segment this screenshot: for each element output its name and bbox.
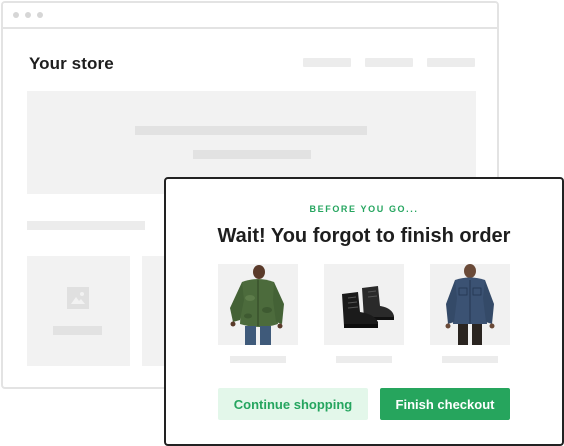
product-name-placeholder — [230, 356, 286, 363]
hero-text-placeholder — [193, 150, 311, 159]
exit-intent-popup: BEFORE YOU GO... Wait! You forgot to fin… — [164, 177, 564, 446]
nav-placeholder — [427, 58, 475, 67]
product-card-placeholder — [27, 256, 130, 366]
finish-checkout-button[interactable]: Finish checkout — [380, 388, 510, 420]
nav-placeholder — [303, 58, 351, 67]
window-dot-icon — [37, 12, 43, 18]
section-heading-placeholder — [27, 221, 145, 230]
denim-shirt-image[interactable] — [430, 264, 510, 345]
product-name-placeholder — [336, 356, 392, 363]
product-name-placeholder — [442, 356, 498, 363]
black-boots-image[interactable] — [324, 264, 404, 345]
green-jacket-image[interactable] — [218, 264, 298, 345]
nav-placeholder — [365, 58, 413, 67]
continue-shopping-button[interactable]: Continue shopping — [218, 388, 368, 420]
popup-eyebrow: BEFORE YOU GO... — [309, 204, 419, 214]
window-dot-icon — [25, 12, 31, 18]
product-title-placeholder — [53, 326, 102, 335]
image-icon — [67, 287, 89, 309]
window-dot-icon — [13, 12, 19, 18]
hero-text-placeholder — [135, 126, 367, 135]
store-title: Your store — [29, 54, 114, 73]
popup-headline: Wait! You forgot to finish order — [217, 225, 511, 247]
browser-title-bar — [3, 3, 497, 29]
